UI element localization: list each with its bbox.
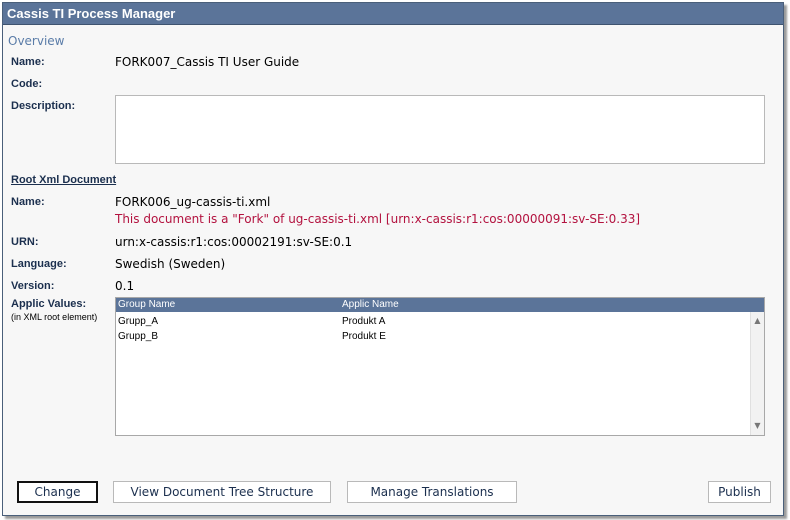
urn-value: urn:x-cassis:r1:cos:00002191:sv-SE:0.1 [115, 235, 353, 249]
applic-values-table: Group Name Applic Name Grupp_A Produkt A… [115, 297, 765, 436]
applic-name-header[interactable]: Applic Name [342, 298, 399, 312]
name-value: FORK007_Cassis TI User Guide [115, 55, 300, 69]
change-button[interactable]: Change [17, 481, 98, 503]
scroll-up-arrow-icon[interactable]: ▲ [751, 314, 764, 328]
description-field[interactable] [115, 95, 765, 164]
applic-table-header: Group Name Applic Name [116, 298, 764, 312]
name-label: Name: [11, 56, 45, 68]
view-document-tree-button[interactable]: View Document Tree Structure [113, 481, 331, 503]
table-row[interactable]: Grupp_A Produkt A [116, 314, 764, 329]
table-row[interactable]: Grupp_B Produkt E [116, 329, 764, 344]
manage-translations-button[interactable]: Manage Translations [347, 481, 517, 503]
window-title: Cassis TI Process Manager [3, 3, 783, 25]
code-label: Code: [11, 78, 43, 90]
publish-button[interactable]: Publish [708, 481, 771, 503]
group-name-header[interactable]: Group Name [118, 298, 175, 312]
version-label: Version: [11, 280, 55, 292]
root-xml-document-link[interactable]: Root Xml Document [11, 174, 116, 186]
language-label: Language: [11, 258, 67, 270]
scroll-down-arrow-icon[interactable]: ▼ [751, 419, 764, 433]
root-name-label: Name: [11, 196, 45, 208]
group-name-cell: Grupp_B [118, 331, 159, 342]
applic-name-cell: Produkt A [342, 316, 386, 327]
root-name-value: FORK006_ug-cassis-ti.xml [115, 195, 271, 209]
applic-values-sublabel: (in XML root element) [11, 312, 98, 322]
applic-table-body: Grupp_A Produkt A Grupp_B Produkt E [116, 312, 764, 344]
process-manager-window: Cassis TI Process Manager Overview Name:… [2, 2, 784, 516]
language-value: Swedish (Sweden) [115, 257, 226, 271]
applic-values-label: Applic Values: [11, 298, 87, 310]
urn-label: URN: [11, 236, 39, 248]
fork-note: This document is a "Fork" of ug-cassis-t… [115, 212, 641, 226]
group-name-cell: Grupp_A [118, 316, 159, 327]
overview-heading: Overview [8, 34, 65, 48]
description-label: Description: [11, 100, 76, 112]
applic-table-scrollbar[interactable]: ▲ ▼ [750, 312, 764, 435]
version-value: 0.1 [115, 279, 135, 293]
applic-name-cell: Produkt E [342, 331, 386, 342]
